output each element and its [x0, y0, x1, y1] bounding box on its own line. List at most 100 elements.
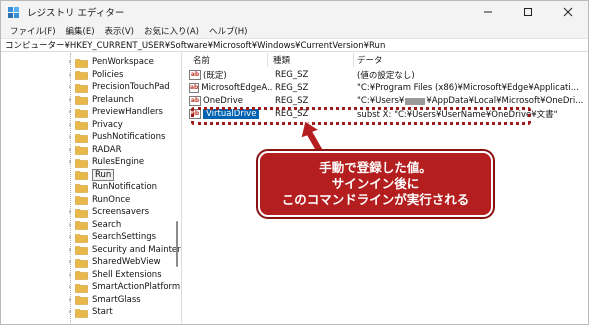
tree-item-label: PreviewHandlers — [92, 107, 163, 118]
tree-item-label: Policies — [92, 69, 124, 80]
tree-item[interactable]: › SmartActionPlatform — [65, 281, 180, 294]
maximize-button[interactable] — [508, 1, 548, 23]
folder-icon — [75, 258, 88, 268]
value-row-edge[interactable]: ab MicrosoftEdgeA... REG_SZ "C:¥Program … — [183, 82, 588, 95]
folder-icon — [75, 183, 88, 193]
window-title: レジストリ エディター — [27, 8, 125, 19]
registry-editor-window: レジストリ エディター ファイル(F) 編集(E) 表示(V) お気に入り(A)… — [0, 0, 589, 325]
tree-item-label: RulesEngine — [92, 157, 145, 168]
tree-item-label: SmartGlass — [92, 294, 141, 305]
folder-icon — [75, 108, 88, 118]
tree-item-label: SharedWebView — [92, 257, 161, 268]
menu-favorites[interactable]: お気に入り(A) — [139, 25, 204, 37]
value-name-cell: ab (既定) — [189, 69, 267, 82]
tree-item-label: SmartActionPlatform — [92, 282, 181, 293]
tree-item[interactable]: RunOnce — [65, 194, 130, 207]
value-name: (既定) — [203, 71, 227, 82]
value-data-suffix: ¥AppData¥Local¥Microsoft¥OneDri... — [426, 96, 584, 107]
callout-line-3: このコマンドラインが実行される — [281, 192, 470, 207]
tree-item[interactable]: › Privacy — [65, 119, 123, 132]
folder-icon — [75, 220, 88, 231]
menu-edit[interactable]: 編集(E) — [61, 25, 100, 37]
tree-item[interactable]: › SmartGlass — [65, 294, 141, 307]
tree-item[interactable]: › Start — [65, 306, 113, 319]
tree-item-label: Prelaunch — [92, 94, 134, 105]
tree-item[interactable]: › Shell Extensions — [65, 269, 162, 282]
tree-item[interactable]: › Security and Mainter — [65, 244, 181, 257]
value-data-prefix: "C:¥Users¥ — [357, 96, 405, 107]
tree-scroll-thumb[interactable] — [176, 221, 178, 267]
string-value-icon: ab — [189, 83, 200, 94]
minimize-button[interactable] — [468, 1, 508, 23]
folder-icon — [75, 195, 88, 206]
tree-item-label: Run — [92, 168, 115, 181]
tree-item-label: Start — [92, 307, 113, 318]
menu-bar: ファイル(F) 編集(E) 表示(V) お気に入り(A) ヘルプ(H) — [1, 23, 588, 38]
value-data: "C:¥Users¥ ¥AppData¥Local¥Microsoft¥OneDr… — [357, 95, 585, 108]
tree-item[interactable]: › PrecisionTouchPad — [65, 81, 170, 94]
value-data: (値の設定なし) — [357, 71, 415, 82]
tree-scrollbar[interactable] — [175, 53, 179, 323]
folder-icon — [75, 233, 88, 243]
tree-item-label: Privacy — [92, 119, 123, 130]
folder-icon — [75, 58, 88, 68]
string-value-icon: ab — [189, 96, 201, 107]
masked-username — [405, 97, 426, 105]
tree-item[interactable]: › Screensavers — [65, 206, 149, 219]
tree-item[interactable]: › SharedWebView — [65, 256, 161, 269]
tree-item-label: Shell Extensions — [92, 269, 162, 280]
string-value-icon: ab — [189, 70, 201, 81]
value-name: MicrosoftEdgeA... — [201, 83, 273, 94]
folder-icon — [75, 95, 88, 106]
tree-item[interactable]: › PushNotifications — [65, 131, 165, 144]
tree-item[interactable]: Run — [65, 168, 115, 182]
tree-item-label: RADAR — [92, 144, 122, 155]
title-bar: レジストリ エディター — [1, 1, 588, 23]
tree-item-label: PenWorkspace — [92, 57, 154, 68]
value-data: "C:¥Program Files (x86)¥Microsoft¥Edge¥A… — [357, 83, 579, 94]
tree-item[interactable]: RunNotification — [65, 181, 157, 194]
tree-item[interactable]: › RADAR — [65, 144, 122, 157]
tree-item[interactable]: › Search — [65, 219, 121, 232]
folder-icon — [75, 283, 88, 293]
key-tree: › PenWorkspace › Policies › PrecisionTouchPad… — [1, 53, 182, 323]
value-name-cell: ab OneDrive — [189, 95, 267, 108]
column-separator[interactable] — [353, 53, 354, 67]
folder-icon — [75, 170, 88, 181]
address-bar[interactable]: コンピューター¥HKEY_CURRENT_USER¥Software¥Micro… — [1, 38, 588, 52]
value-row-default[interactable]: ab (既定) REG_SZ (値の設定なし) — [183, 69, 588, 82]
highlight-box — [191, 107, 531, 125]
folder-icon — [75, 70, 88, 81]
window-controls — [468, 1, 588, 23]
folder-icon — [75, 145, 88, 156]
tree-item[interactable]: › SearchSettings — [65, 231, 156, 244]
folder-icon — [75, 245, 88, 256]
registry-editor-icon — [7, 5, 21, 19]
value-row-onedrive[interactable]: ab OneDrive REG_SZ "C:¥Users¥ ¥AppData¥Lo… — [183, 95, 588, 108]
close-button[interactable] — [548, 1, 588, 23]
folder-icon — [75, 83, 88, 93]
tree-item-label: PushNotifications — [92, 132, 166, 143]
tree-guide-line — [70, 53, 71, 323]
tree-item[interactable]: › RulesEngine — [65, 156, 144, 169]
value-type: REG_SZ — [275, 70, 309, 81]
folder-icon — [75, 270, 88, 281]
menu-help[interactable]: ヘルプ(H) — [204, 25, 253, 37]
tree-item-label: Security and Mainter — [92, 244, 181, 255]
folder-icon — [75, 308, 88, 318]
tree-item-label: Screensavers — [92, 207, 150, 218]
menu-file[interactable]: ファイル(F) — [5, 25, 61, 37]
folder-icon — [75, 158, 88, 168]
tree-item-label: Search — [92, 219, 122, 230]
tree-item-label: RunOnce — [92, 194, 131, 205]
tree-item[interactable]: › Policies — [65, 69, 123, 82]
column-header-type[interactable]: 種類 — [273, 53, 290, 67]
column-header-data[interactable]: データ — [357, 53, 383, 67]
tree-item[interactable]: › PreviewHandlers — [65, 106, 163, 119]
tree-item[interactable]: › PenWorkspace — [65, 56, 154, 69]
tree-item[interactable]: › Prelaunch — [65, 94, 134, 107]
column-header-name[interactable]: 名前 — [193, 53, 210, 67]
column-separator[interactable] — [267, 53, 268, 67]
menu-view[interactable]: 表示(V) — [100, 25, 139, 37]
tree-item-label: PrecisionTouchPad — [92, 82, 170, 93]
